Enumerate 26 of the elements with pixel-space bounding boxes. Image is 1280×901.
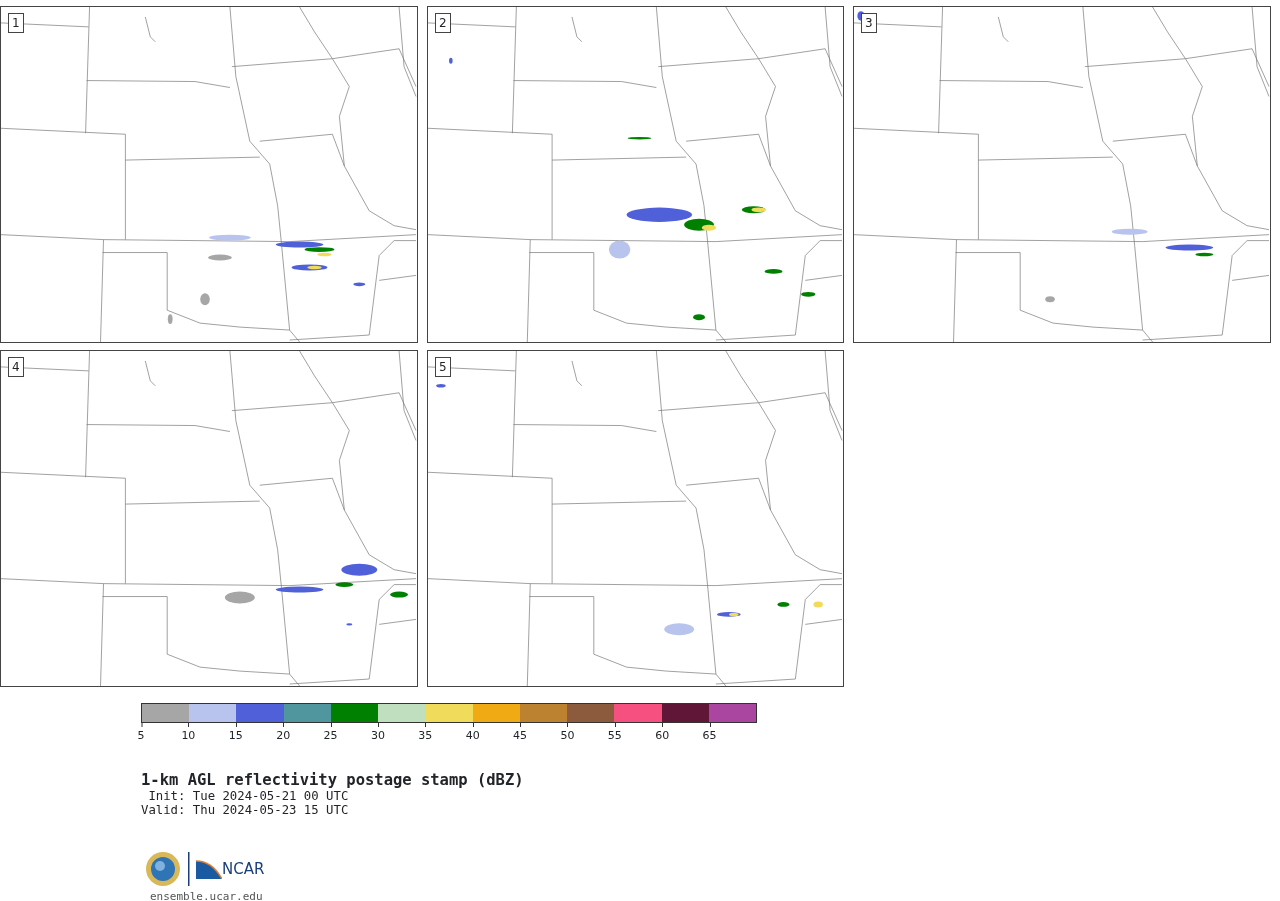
tick-label: 20 (276, 723, 291, 745)
site-url: ensemble.ucar.edu (150, 889, 264, 901)
panel-number: 4 (8, 357, 24, 377)
chart-title: 1-km AGL reflectivity postage stamp (dBZ) (141, 771, 525, 789)
panel-number: 1 (8, 13, 24, 33)
tick-label: 15 (228, 723, 243, 745)
tick-label: 50 (560, 723, 575, 745)
tick-label: 30 (370, 723, 385, 745)
divider-line-icon (187, 852, 190, 886)
logo-text: NCAR (222, 858, 265, 880)
tick-label: 5 (137, 723, 145, 745)
panel-number: 3 (861, 13, 877, 33)
tick-label: 45 (513, 723, 528, 745)
tick-label: 60 (655, 723, 670, 745)
tick-label: 10 (181, 723, 196, 745)
swoosh-icon (196, 859, 222, 879)
tick-label: 65 (702, 723, 717, 745)
tick-label: 35 (418, 723, 433, 745)
tick-label: 25 (323, 723, 338, 745)
valid-time: Valid: Thu 2024-05-23 15 UTC (141, 803, 350, 817)
globe-seal-icon (145, 851, 181, 887)
panel-number: 2 (435, 13, 451, 33)
init-time: Init: Tue 2024-05-21 00 UTC (147, 789, 350, 803)
tick-label: 55 (607, 723, 622, 745)
panel-number: 5 (435, 357, 451, 377)
tick-label: 40 (465, 723, 480, 745)
